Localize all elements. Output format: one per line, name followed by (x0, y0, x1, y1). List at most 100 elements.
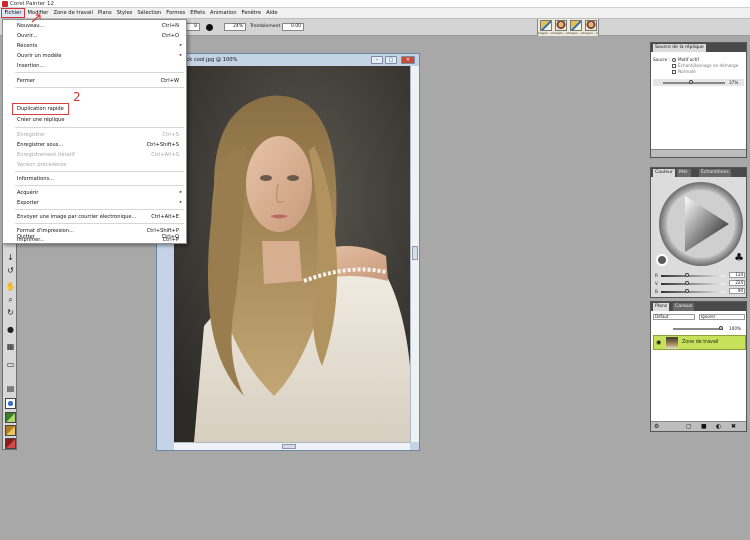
dropper-icon[interactable]: ♣ (734, 252, 744, 264)
horizontal-scroll-thumb[interactable] (282, 444, 296, 449)
blue-slider-knob[interactable] (685, 289, 689, 293)
tab-couleur[interactable]: Couleur (653, 169, 675, 177)
close-button[interactable]: ✕ (401, 56, 415, 64)
layer-row[interactable]: ◉ Zone de travail (653, 335, 746, 350)
layer-mask-icon[interactable]: ◐ (716, 423, 721, 430)
gradient-swatch-icon[interactable] (5, 398, 16, 409)
look-swatch-icon[interactable] (5, 438, 16, 449)
green-slider[interactable] (661, 283, 725, 285)
delete-layer-icon[interactable]: ■ (701, 423, 707, 430)
document-titlebar[interactable]: istock cool.jpg @ 100% – ▢ ✕ (157, 54, 419, 66)
menu-item-enregistrer-sous[interactable]: Enregistrer sous... Ctrl+Shift+S (3, 140, 186, 150)
green-value[interactable]: 224 (729, 280, 745, 286)
menu-item-label: Informations... (17, 176, 54, 182)
menu-aide[interactable]: Aide (264, 8, 280, 19)
magnifier-icon[interactable]: ⌕ (5, 295, 16, 305)
menu-item-fermer[interactable]: Fermer Ctrl+W (3, 76, 186, 86)
menu-zone-de-travail[interactable]: Zone de travail (51, 8, 95, 19)
red-slider[interactable] (661, 275, 725, 277)
callout-arrow-icon (31, 14, 41, 23)
menu-item-quitter[interactable]: Quitter Ctrl+Q (3, 232, 186, 242)
preset-pencil-icon[interactable] (570, 20, 582, 31)
pattern-swatch-icon[interactable] (5, 412, 16, 423)
horizontal-scrollbar[interactable] (174, 442, 410, 450)
vertical-scroll-thumb[interactable] (412, 246, 418, 260)
rotate-tool-icon[interactable]: ↺ (5, 266, 16, 276)
weave-swatch-icon[interactable] (5, 425, 16, 436)
menu-effets[interactable]: Effets (188, 8, 208, 19)
menu-item-version-precedente[interactable]: Version précédente (3, 160, 186, 170)
preset-pencil-icon[interactable] (540, 20, 552, 31)
oval-shape-icon[interactable]: ● (5, 325, 16, 335)
blue-value[interactable]: 90 (729, 288, 745, 294)
menu-selection[interactable]: Sélection (135, 8, 164, 19)
menu-item-shortcut: Ctrl+W (160, 78, 179, 84)
layer-opacity-knob[interactable] (719, 326, 723, 330)
highlight-box (12, 103, 69, 115)
maximize-button[interactable]: ▢ (385, 56, 397, 64)
pattern-icon[interactable]: ▦ (5, 342, 16, 352)
brush-size-field[interactable]: 8 (186, 23, 200, 31)
menu-animation[interactable]: Animation (208, 8, 239, 19)
tab-melangeur[interactable]: Mél. (677, 169, 691, 177)
panel-footer (651, 149, 746, 157)
tab-plans[interactable]: Plans (653, 303, 670, 311)
menu-item-creer-replique[interactable]: Créer une réplique (3, 115, 186, 125)
menu-plans[interactable]: Plans (95, 8, 114, 19)
menu-fichier[interactable]: Fichier (1, 8, 25, 18)
composite-select[interactable]: Ignorer (699, 314, 745, 320)
menu-item-acquerir[interactable]: Acquérir ▸ (3, 188, 186, 198)
menu-item-informations[interactable]: Informations... (3, 174, 186, 184)
main-color-swatch[interactable] (656, 254, 668, 266)
layer-opacity-slider[interactable] (673, 328, 723, 330)
opacity-slider[interactable] (663, 82, 725, 84)
layer-adjust-icon[interactable]: ⚙ (654, 423, 659, 430)
transform-tool-icon[interactable]: ↓ (5, 253, 16, 263)
callout-number: 2 (73, 90, 81, 104)
paper-icon[interactable]: ▤ (5, 384, 16, 394)
tremblement-field[interactable]: 0.00 (282, 23, 304, 31)
menu-item-shortcut: Ctrl+Shift+S (146, 142, 179, 148)
minimize-button[interactable]: – (371, 56, 383, 64)
menu-item-insertion[interactable]: Insertion... (3, 61, 186, 71)
new-layer-icon[interactable]: ▢ (686, 423, 692, 430)
checkbox-normale[interactable] (672, 70, 676, 74)
eye-icon[interactable]: ◉ (656, 339, 661, 347)
trash-icon[interactable]: ✖ (731, 423, 736, 430)
blend-mode-select[interactable]: Défaut (653, 314, 695, 320)
menu-item-ouvrir[interactable]: Ouvrir... Ctrl+O (3, 31, 186, 41)
menu-item-ouvrir-modele[interactable]: Ouvrir un modèle ▸ (3, 51, 186, 61)
menu-styles[interactable]: Styles (114, 8, 135, 19)
menu-item-exporter[interactable]: Exporter ▸ (3, 198, 186, 208)
menu-fenetre[interactable]: Fenêtre (239, 8, 264, 19)
green-slider-knob[interactable] (685, 281, 689, 285)
menu-item-recents[interactable]: Récents ▸ (3, 41, 186, 51)
preset-portrait-icon[interactable] (585, 20, 597, 31)
opacity-slider-knob[interactable] (689, 80, 693, 84)
channel-label: V (655, 281, 658, 286)
menu-item-enregistrer[interactable]: Enregistrer Ctrl+S (3, 130, 186, 140)
checkbox-echantillonnage[interactable] (672, 64, 676, 68)
tab-canaux[interactable]: Canaux (673, 303, 695, 311)
red-slider-knob[interactable] (685, 273, 689, 277)
radio-motif-actif[interactable] (672, 58, 676, 62)
rotate-page-icon[interactable]: ↻ (5, 308, 16, 318)
color-panel: Couleur Mél. Échantillons ♣ R 134 V 224 … (650, 167, 747, 298)
tab-source-replique[interactable]: Source de la réplique (653, 44, 706, 52)
menu-item-enregistrement-iteratif[interactable]: Enregistrement itératif Ctrl+Alt+S (3, 150, 186, 160)
menu-item-shortcut: Ctrl+O (161, 33, 179, 39)
red-value[interactable]: 134 (729, 272, 745, 278)
layers-toolbar: ⚙ ▢ ■ ◐ ✖ (651, 421, 746, 431)
menu-item-label: Ouvrir un modèle (17, 53, 62, 59)
color-wheel[interactable] (657, 180, 745, 268)
opacity-field[interactable]: 24% (224, 23, 246, 31)
preset-portrait-icon[interactable] (555, 20, 567, 31)
canvas[interactable] (174, 66, 410, 442)
blue-slider[interactable] (661, 291, 725, 293)
grabber-hand-icon[interactable]: ✋ (5, 282, 16, 292)
menu-formes[interactable]: Formes (164, 8, 188, 19)
tab-echantillons[interactable]: Échantillons (699, 169, 731, 177)
menu-item-envoyer-courrier[interactable]: Envoyer une image par courrier électroni… (3, 212, 186, 222)
vertical-scrollbar[interactable] (410, 66, 419, 442)
rectangle-icon[interactable]: ▭ (5, 360, 16, 370)
